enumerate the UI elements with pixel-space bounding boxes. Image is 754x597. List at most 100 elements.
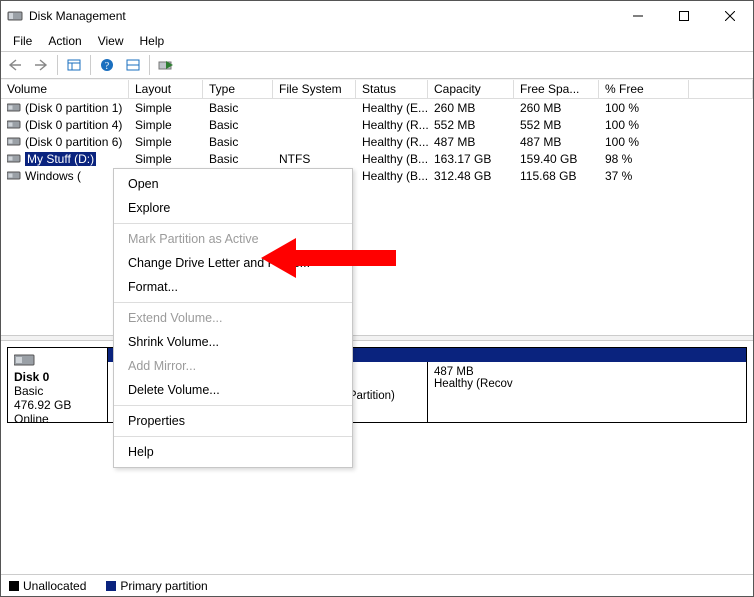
cell-layout: Simple bbox=[129, 101, 203, 115]
context-item[interactable]: Properties bbox=[114, 409, 352, 433]
cell-type: Basic bbox=[203, 118, 273, 132]
cell-type: Basic bbox=[203, 152, 273, 166]
column-header[interactable]: Free Spa... bbox=[514, 80, 599, 98]
app-icon bbox=[7, 8, 23, 24]
table-row[interactable]: My Stuff (D:) SimpleBasicNTFSHealthy (B..… bbox=[1, 150, 753, 167]
context-separator bbox=[114, 302, 352, 303]
column-header[interactable]: Type bbox=[203, 80, 273, 98]
context-item[interactable]: Delete Volume... bbox=[114, 378, 352, 402]
cell-status: Healthy (R... bbox=[356, 118, 428, 132]
cell-status: Healthy (B... bbox=[356, 169, 428, 183]
cell-cap: 487 MB bbox=[428, 135, 514, 149]
cell-cap: 163.17 GB bbox=[428, 152, 514, 166]
volume-name: (Disk 0 partition 4) bbox=[25, 118, 122, 132]
context-item[interactable]: Help bbox=[114, 440, 352, 464]
help-icon[interactable]: ? bbox=[95, 54, 119, 76]
context-separator bbox=[114, 436, 352, 437]
cell-pct: 100 % bbox=[599, 135, 689, 149]
window-title: Disk Management bbox=[29, 9, 615, 23]
volume-icon bbox=[7, 103, 21, 113]
cell-pct: 100 % bbox=[599, 118, 689, 132]
titlebar: Disk Management bbox=[1, 1, 753, 31]
cell-pct: 98 % bbox=[599, 152, 689, 166]
cell-pct: 100 % bbox=[599, 101, 689, 115]
cell-fs: NTFS bbox=[273, 152, 356, 166]
legend-primary: Primary partition bbox=[106, 579, 207, 593]
menu-view[interactable]: View bbox=[90, 32, 132, 50]
legend-unallocated: Unallocated bbox=[9, 579, 86, 593]
volume-name: (Disk 0 partition 6) bbox=[25, 135, 122, 149]
forward-button[interactable] bbox=[29, 54, 53, 76]
close-button[interactable] bbox=[707, 1, 753, 31]
toolbar: ? bbox=[1, 51, 753, 79]
context-separator bbox=[114, 223, 352, 224]
cell-layout: Simple bbox=[129, 152, 203, 166]
table-row[interactable]: (Disk 0 partition 4) SimpleBasic Healthy (… bbox=[1, 116, 753, 133]
cell-cap: 312.48 GB bbox=[428, 169, 514, 183]
cell-volume: (Disk 0 partition 6) bbox=[1, 135, 129, 149]
context-item[interactable]: Shrink Volume... bbox=[114, 330, 352, 354]
layout-icon[interactable] bbox=[121, 54, 145, 76]
context-item[interactable]: Format... bbox=[114, 275, 352, 299]
volume-name: My Stuff (D:) bbox=[25, 152, 96, 166]
cell-volume: My Stuff (D:) bbox=[1, 152, 129, 166]
disk-state: Online bbox=[14, 412, 101, 426]
menu-action[interactable]: Action bbox=[40, 32, 89, 50]
context-item[interactable]: Open bbox=[114, 172, 352, 196]
cell-free: 260 MB bbox=[514, 101, 599, 115]
context-item: Mark Partition as Active bbox=[114, 227, 352, 251]
column-header[interactable]: % Free bbox=[599, 80, 689, 98]
menu-file[interactable]: File bbox=[5, 32, 40, 50]
disk-size: 476.92 GB bbox=[14, 398, 101, 412]
svg-text:?: ? bbox=[105, 61, 110, 72]
cell-volume: (Disk 0 partition 1) bbox=[1, 101, 129, 115]
volume-icon bbox=[7, 154, 21, 164]
context-menu: OpenExplore Mark Partition as ActiveChang… bbox=[113, 168, 353, 468]
cell-free: 487 MB bbox=[514, 135, 599, 149]
cell-free: 552 MB bbox=[514, 118, 599, 132]
cell-cap: 552 MB bbox=[428, 118, 514, 132]
column-header[interactable]: Status bbox=[356, 80, 428, 98]
cell-cap: 260 MB bbox=[428, 101, 514, 115]
disk-type: Basic bbox=[14, 384, 101, 398]
column-header[interactable]: File System bbox=[273, 80, 356, 98]
volume-icon bbox=[7, 120, 21, 130]
column-header-spacer bbox=[689, 80, 753, 98]
action-icon[interactable] bbox=[154, 54, 178, 76]
cell-layout: Simple bbox=[129, 135, 203, 149]
cell-volume: (Disk 0 partition 4) bbox=[1, 118, 129, 132]
cell-free: 159.40 GB bbox=[514, 152, 599, 166]
column-header[interactable]: Volume bbox=[1, 80, 129, 98]
cell-type: Basic bbox=[203, 135, 273, 149]
cell-status: Healthy (B... bbox=[356, 152, 428, 166]
context-item: Extend Volume... bbox=[114, 306, 352, 330]
cell-free: 115.68 GB bbox=[514, 169, 599, 183]
volume-list-header: VolumeLayoutTypeFile SystemStatusCapacit… bbox=[1, 79, 753, 99]
partition[interactable]: 487 MBHealthy (Recov bbox=[428, 362, 746, 422]
menu-help[interactable]: Help bbox=[132, 32, 173, 50]
cell-type: Basic bbox=[203, 101, 273, 115]
back-button[interactable] bbox=[3, 54, 27, 76]
cell-pct: 37 % bbox=[599, 169, 689, 183]
cell-status: Healthy (R... bbox=[356, 135, 428, 149]
column-header[interactable]: Layout bbox=[129, 80, 203, 98]
cell-layout: Simple bbox=[129, 118, 203, 132]
volume-icon bbox=[7, 137, 21, 147]
context-item[interactable]: Explore bbox=[114, 196, 352, 220]
legend: Unallocated Primary partition bbox=[1, 574, 753, 596]
context-item[interactable]: Change Drive Letter and Paths... bbox=[114, 251, 352, 275]
column-header[interactable]: Capacity bbox=[428, 80, 514, 98]
table-row[interactable]: (Disk 0 partition 6) SimpleBasic Healthy (… bbox=[1, 133, 753, 150]
context-item: Add Mirror... bbox=[114, 354, 352, 378]
view-icon[interactable] bbox=[62, 54, 86, 76]
volume-name: (Disk 0 partition 1) bbox=[25, 101, 122, 115]
volume-icon bbox=[7, 171, 21, 181]
disk-name: Disk 0 bbox=[14, 370, 101, 384]
disk-icon bbox=[14, 352, 36, 368]
context-separator bbox=[114, 405, 352, 406]
disk-info[interactable]: Disk 0 Basic 476.92 GB Online bbox=[8, 348, 108, 422]
table-row[interactable]: (Disk 0 partition 1) SimpleBasic Healthy (… bbox=[1, 99, 753, 116]
maximize-button[interactable] bbox=[661, 1, 707, 31]
minimize-button[interactable] bbox=[615, 1, 661, 31]
cell-status: Healthy (E... bbox=[356, 101, 428, 115]
